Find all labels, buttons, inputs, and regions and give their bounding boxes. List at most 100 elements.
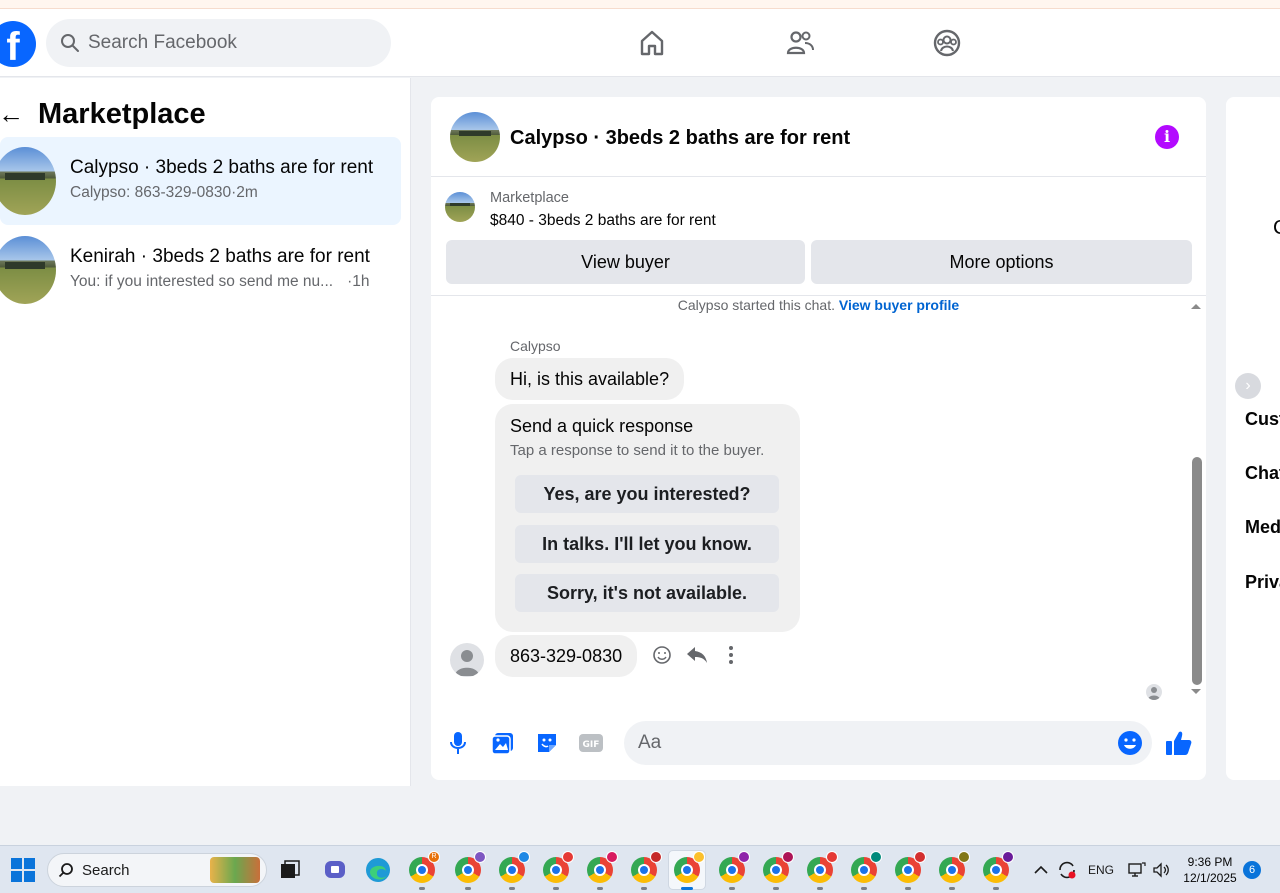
conversation-item-kenirah[interactable]: Kenirah · 3beds 2 baths are for rent You… xyxy=(0,226,401,314)
facebook-logo[interactable]: f xyxy=(0,21,36,67)
search-box[interactable] xyxy=(46,19,391,67)
taskbar-search[interactable]: Search xyxy=(47,853,267,887)
view-buyer-profile-link[interactable]: View buyer profile xyxy=(839,297,959,313)
teams-chat-icon[interactable] xyxy=(320,855,350,885)
chrome-profile-6[interactable] xyxy=(629,851,662,885)
emoji-button[interactable] xyxy=(1116,729,1144,757)
chrome-profile-14[interactable] xyxy=(981,851,1014,885)
network-tray-icon[interactable] xyxy=(1128,846,1146,893)
back-arrow-icon[interactable]: ← xyxy=(0,99,24,130)
search-icon xyxy=(61,34,79,52)
volume-tray-icon[interactable] xyxy=(1152,846,1170,893)
preview-text: You: if you interested so send me nu... xyxy=(70,273,334,290)
voice-clip-button[interactable] xyxy=(444,729,472,757)
running-indicator xyxy=(729,887,735,890)
chrome-profile-7-active[interactable] xyxy=(672,851,705,885)
gif-button[interactable]: GIF xyxy=(577,729,605,757)
network-icon xyxy=(1128,862,1146,877)
nav-home[interactable] xyxy=(634,25,670,61)
running-indicator xyxy=(641,887,647,890)
attach-photo-button[interactable] xyxy=(489,729,517,757)
chrome-profile-13[interactable] xyxy=(937,851,970,885)
started-text: Calypso started this chat. xyxy=(677,297,835,313)
chrome-profile-4[interactable] xyxy=(541,851,574,885)
quick-reply-in-talks[interactable]: In talks. I'll let you know. xyxy=(515,525,779,563)
gif-icon: GIF xyxy=(579,734,603,752)
nav-groups[interactable] xyxy=(929,25,965,61)
quick-reply-yes[interactable]: Yes, are you interested? xyxy=(515,475,779,513)
conversation-name: Kenirah · 3beds 2 baths are for rent xyxy=(70,246,370,267)
quick-response-card: Send a quick response Tap a response to … xyxy=(495,404,800,632)
chevron-up-icon xyxy=(1034,865,1048,874)
chrome-profile-5[interactable] xyxy=(585,851,618,885)
chrome-profile-11[interactable] xyxy=(849,851,882,885)
message-bubble[interactable]: Hi, is this available? xyxy=(495,358,685,400)
message-thread: Calypso started this chat. View buyer pr… xyxy=(431,297,1206,707)
chat-panel: Calypso · 3beds 2 baths are for rent i M… xyxy=(431,97,1206,780)
running-indicator xyxy=(949,887,955,890)
search-highlight-image xyxy=(210,857,260,883)
home-icon xyxy=(640,30,664,56)
chat-title[interactable]: Calypso · 3beds 2 baths are for rent xyxy=(510,127,850,150)
send-like-button[interactable] xyxy=(1165,729,1193,757)
windows-taskbar: Search R ENG 9:36 PM 12/1/2025 6 xyxy=(0,845,1280,893)
task-view-icon[interactable] xyxy=(275,855,305,885)
message-bubble[interactable]: 863-329-0830 xyxy=(495,635,638,677)
notification-badge[interactable]: 6 xyxy=(1243,861,1261,879)
reply-button[interactable] xyxy=(684,642,710,668)
view-buyer-button[interactable]: View buyer xyxy=(446,240,805,284)
details-item-chat-info[interactable]: Chat xyxy=(1245,463,1280,484)
chat-thumbnail[interactable] xyxy=(450,112,500,162)
message-input[interactable] xyxy=(624,721,1152,765)
sticker-button[interactable] xyxy=(533,729,561,757)
listing-category: Marketplace xyxy=(490,190,569,206)
profile-avatar xyxy=(914,851,926,863)
details-item-customize[interactable]: Cust xyxy=(1245,409,1280,430)
details-item-media[interactable]: Med xyxy=(1245,517,1280,538)
info-icon[interactable]: i xyxy=(1155,125,1179,149)
more-actions-button[interactable] xyxy=(718,642,744,668)
conversation-item-calypso[interactable]: Calypso · 3beds 2 baths are for rent Cal… xyxy=(0,137,401,225)
listing-card: Marketplace $840 - 3beds 2 baths are for… xyxy=(431,178,1206,296)
sync-tray-icon[interactable] xyxy=(1057,846,1077,893)
profile-badge: R xyxy=(428,851,440,863)
listing-thumbnail-small[interactable] xyxy=(445,192,475,222)
windows-start-icon[interactable] xyxy=(11,858,35,882)
chrome-profile-1[interactable]: R xyxy=(407,851,440,885)
more-options-button[interactable]: More options xyxy=(811,240,1192,284)
search-input[interactable] xyxy=(88,32,368,54)
nav-friends[interactable] xyxy=(782,25,818,61)
chrome-profile-8[interactable] xyxy=(717,851,750,885)
language-indicator[interactable]: ENG xyxy=(1088,846,1114,893)
chrome-profile-3[interactable] xyxy=(497,851,530,885)
seen-avatar xyxy=(1146,684,1162,700)
chrome-profile-12[interactable] xyxy=(893,851,926,885)
marketplace-inbox: ← Marketplace Calypso · 3beds 2 baths ar… xyxy=(0,78,411,786)
next-icon[interactable]: › xyxy=(1235,373,1261,399)
clock-time: 9:36 PM xyxy=(1187,855,1233,869)
preview-time: ·1h xyxy=(347,273,370,290)
details-heading-partial: C xyxy=(1273,217,1280,240)
running-indicator xyxy=(465,887,471,890)
profile-avatar xyxy=(693,851,705,863)
profile-avatar xyxy=(826,851,838,863)
scrollbar-thumb[interactable] xyxy=(1192,457,1202,685)
details-item-privacy[interactable]: Priva xyxy=(1245,572,1280,593)
listing-price-title[interactable]: $840 - 3beds 2 baths are for rent xyxy=(490,212,716,230)
emoji-icon xyxy=(1118,731,1142,755)
profile-avatar xyxy=(606,851,618,863)
chrome-profile-9[interactable] xyxy=(761,851,794,885)
profile-avatar xyxy=(562,851,574,863)
quick-reply-not-available[interactable]: Sorry, it's not available. xyxy=(515,574,779,612)
profile-avatar xyxy=(738,851,750,863)
chrome-profile-2[interactable] xyxy=(453,851,486,885)
edge-icon[interactable] xyxy=(363,855,393,885)
react-button[interactable] xyxy=(649,642,675,668)
sender-avatar[interactable] xyxy=(450,643,484,677)
running-indicator xyxy=(419,887,425,890)
taskbar-clock[interactable]: 9:36 PM 12/1/2025 xyxy=(1180,854,1240,886)
conversation-preview: Calypso: 863-329-0830·2m xyxy=(70,184,258,201)
chrome-profile-10[interactable] xyxy=(805,851,838,885)
show-hidden-icons[interactable] xyxy=(1034,846,1048,893)
thread-scrollbar[interactable] xyxy=(1189,302,1202,697)
